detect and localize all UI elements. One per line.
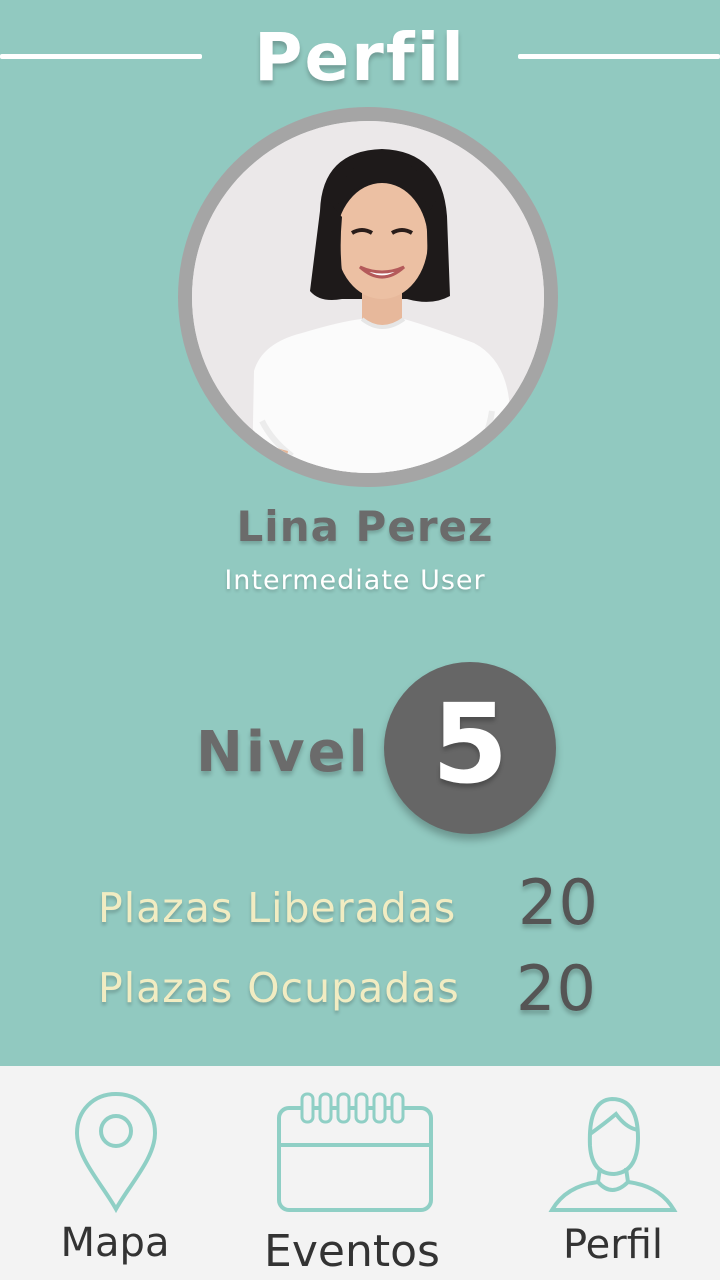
nav-label-mapa: Mapa — [60, 1220, 170, 1266]
header-divider-right — [518, 54, 720, 59]
calendar-icon — [277, 1092, 433, 1212]
user-icon — [548, 1096, 678, 1212]
avatar[interactable] — [192, 121, 544, 473]
map-pin-icon — [74, 1091, 158, 1214]
nav-item-eventos[interactable]: Eventos — [252, 1066, 452, 1280]
level-label: Nivel — [196, 720, 371, 785]
level-badge: 5 — [384, 662, 556, 834]
avatar-photo — [192, 121, 544, 473]
stat-value-plazas-ocupadas: 20 — [516, 952, 597, 1025]
bottom-nav: Mapa Eventos Perfil — [0, 1066, 720, 1280]
user-name: Lina Perez — [236, 502, 494, 551]
stat-label-plazas-liberadas: Plazas Liberadas — [98, 884, 457, 932]
nav-item-mapa[interactable]: Mapa — [40, 1066, 190, 1280]
avatar-frame — [178, 107, 558, 487]
stat-label-plazas-ocupadas: Plazas Ocupadas — [98, 964, 460, 1012]
header-divider-left — [0, 54, 202, 59]
nav-item-perfil[interactable]: Perfil — [536, 1066, 690, 1280]
nav-label-perfil: Perfil — [562, 1222, 664, 1268]
nav-label-eventos: Eventos — [264, 1226, 440, 1277]
stat-value-plazas-liberadas: 20 — [518, 866, 599, 939]
page-title: Perfil — [254, 19, 466, 96]
user-role: Intermediate User — [224, 565, 486, 596]
profile-screen: Perfil Lina Perez Intermediate User Nive… — [0, 0, 720, 1280]
level-value: 5 — [431, 680, 509, 808]
